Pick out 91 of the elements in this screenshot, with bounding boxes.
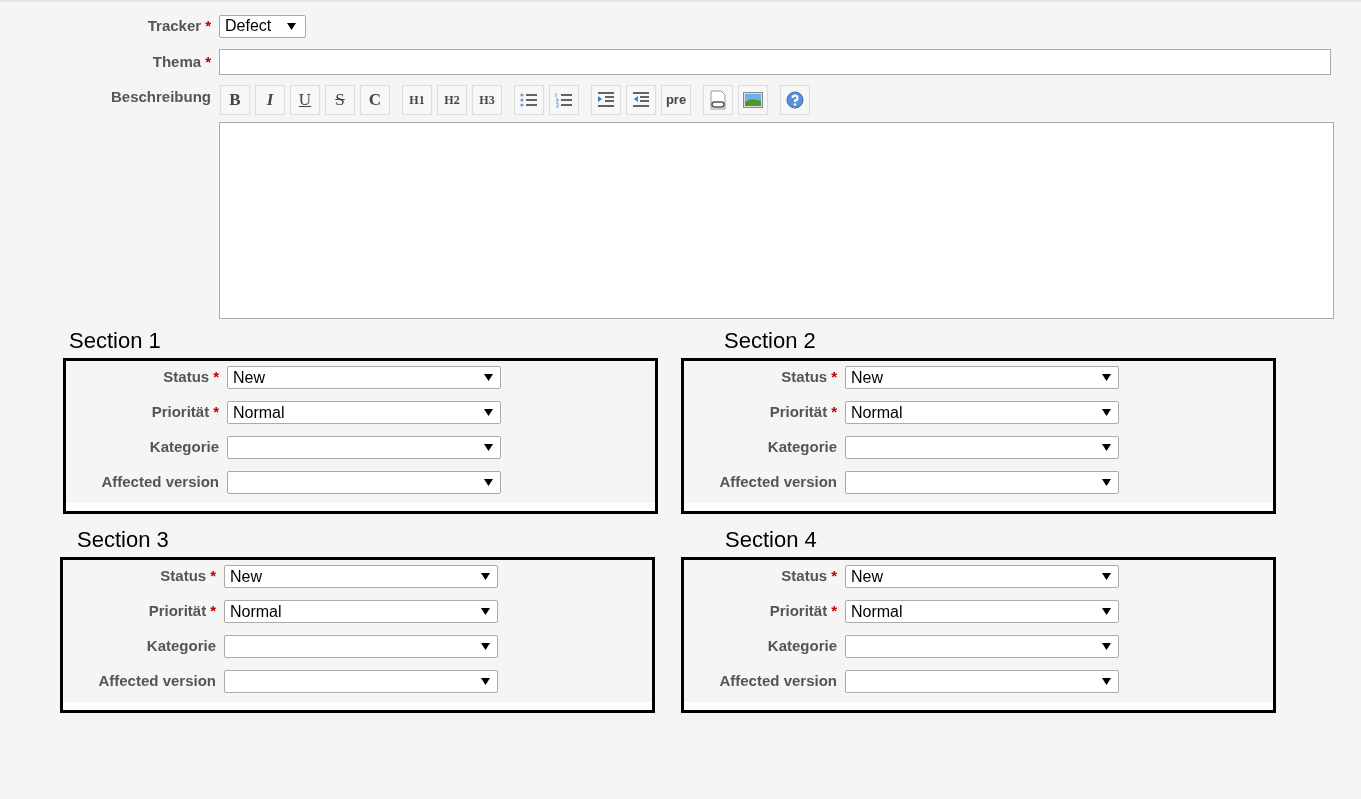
toolbar-button[interactable] — [780, 85, 810, 115]
field-label: Kategorie — [146, 636, 216, 657]
outdent-icon — [632, 92, 650, 108]
field-label: Kategorie — [149, 437, 219, 458]
field-label: Priorität — [151, 402, 210, 423]
toolbar-button[interactable]: H3 — [472, 85, 502, 115]
field-label: Status — [163, 367, 210, 388]
required-mark: * — [205, 15, 211, 36]
dropdown[interactable] — [224, 635, 498, 658]
toolbar-button[interactable]: C — [360, 85, 390, 115]
required-mark: * — [210, 601, 216, 622]
field-label: Thema — [152, 51, 202, 72]
dropdown[interactable]: New — [845, 565, 1119, 588]
caret-icon — [481, 573, 490, 580]
help-icon — [786, 91, 804, 109]
field-label: Status — [781, 566, 828, 587]
dropdown[interactable] — [845, 471, 1119, 494]
dropdown[interactable] — [227, 436, 501, 459]
caret-icon — [484, 409, 493, 416]
field-label: Affected version — [719, 472, 837, 493]
toolbar-button[interactable] — [703, 85, 733, 115]
section-title: Section 2 — [724, 328, 817, 354]
dropdown[interactable] — [227, 471, 501, 494]
field-label: Affected version — [101, 472, 219, 493]
dropdown[interactable]: Normal — [845, 401, 1119, 424]
numbered-list-icon — [555, 92, 573, 108]
dropdown[interactable]: New — [227, 366, 501, 389]
toolbar-button[interactable]: B — [220, 85, 250, 115]
caret-icon — [1102, 573, 1111, 580]
field-label: Priorität — [148, 601, 207, 622]
dropdown[interactable]: Normal — [224, 600, 498, 623]
dropdown[interactable]: Normal — [845, 600, 1119, 623]
toolbar-button[interactable]: I — [255, 85, 285, 115]
caret-icon — [1102, 678, 1111, 685]
toolbar-button[interactable] — [514, 85, 544, 115]
field-label: Kategorie — [767, 437, 837, 458]
toolbar-button[interactable] — [591, 85, 621, 115]
toolbar-button[interactable] — [626, 85, 656, 115]
toolbar-button[interactable]: S — [325, 85, 355, 115]
dropdown[interactable]: New — [845, 366, 1119, 389]
caret-icon — [1102, 643, 1111, 650]
bullet-list-icon — [520, 92, 538, 108]
required-mark: * — [213, 402, 219, 423]
caret-icon — [481, 643, 490, 650]
field-label: Status — [781, 367, 828, 388]
document-link-icon — [709, 90, 727, 110]
caret-icon — [1102, 374, 1111, 381]
field-label: Priorität — [769, 601, 828, 622]
caret-icon — [1102, 409, 1111, 416]
caret-icon — [484, 374, 493, 381]
field-label: Tracker — [147, 15, 202, 36]
field-label: Affected version — [719, 671, 837, 692]
dropdown[interactable] — [224, 670, 498, 693]
caret-icon — [1102, 444, 1111, 451]
required-mark: * — [831, 566, 837, 587]
section-title: Section 4 — [725, 527, 818, 553]
dropdown[interactable]: New — [224, 565, 498, 588]
dropdown[interactable]: Defect — [219, 14, 306, 38]
caret-icon — [287, 22, 296, 30]
indent-icon — [597, 92, 615, 108]
dropdown[interactable] — [845, 635, 1119, 658]
text-input[interactable] — [219, 49, 1331, 75]
field-label: Status — [160, 566, 207, 587]
required-mark: * — [831, 367, 837, 388]
field-label: Affected version — [98, 671, 216, 692]
required-mark: * — [831, 402, 837, 423]
field-label: Kategorie — [767, 636, 837, 657]
dropdown[interactable] — [845, 436, 1119, 459]
field-label: Beschreibung — [110, 87, 211, 107]
caret-icon — [484, 479, 493, 486]
field-label: Priorität — [769, 402, 828, 423]
toolbar-button[interactable]: H1 — [402, 85, 432, 115]
toolbar-button[interactable]: pre — [661, 85, 691, 115]
toolbar-button[interactable]: U — [290, 85, 320, 115]
required-mark: * — [205, 51, 211, 72]
caret-icon — [481, 608, 490, 615]
section-title: Section 1 — [69, 328, 162, 354]
caret-icon — [1102, 608, 1111, 615]
required-mark: * — [831, 601, 837, 622]
caret-icon — [481, 678, 490, 685]
dropdown[interactable]: Normal — [227, 401, 501, 424]
toolbar-button[interactable]: H2 — [437, 85, 467, 115]
section-title: Section 3 — [77, 527, 170, 553]
dropdown[interactable] — [845, 670, 1119, 693]
caret-icon — [484, 444, 493, 451]
caret-icon — [1102, 479, 1111, 486]
image-icon — [743, 92, 763, 108]
toolbar-button[interactable] — [549, 85, 579, 115]
required-mark: * — [210, 566, 216, 587]
required-mark: * — [213, 367, 219, 388]
toolbar-button[interactable] — [738, 85, 768, 115]
